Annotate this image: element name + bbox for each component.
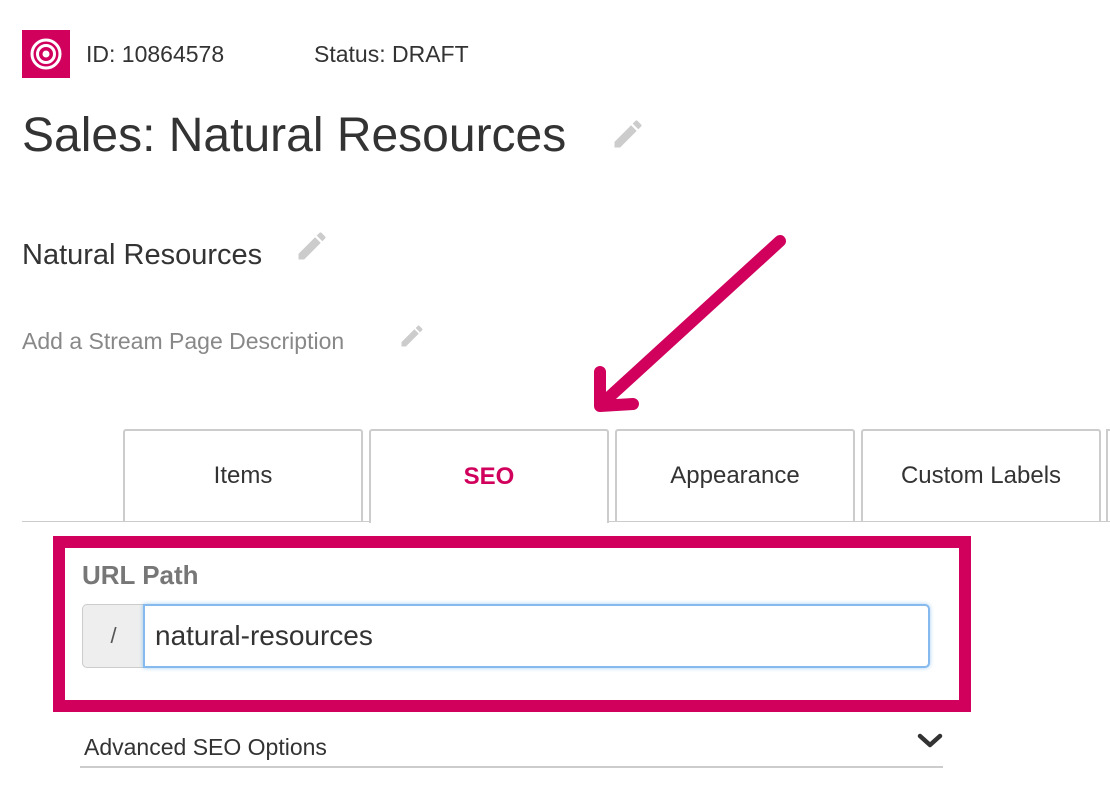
pencil-icon bbox=[298, 232, 326, 260]
stream-name: Natural Resources bbox=[22, 239, 263, 271]
tab-overflow-edge bbox=[1106, 429, 1110, 521]
advanced-seo-toggle[interactable]: Advanced SEO Options bbox=[80, 725, 943, 768]
edit-subtitle-pencil-icon[interactable] bbox=[294, 228, 330, 269]
advanced-seo-label: Advanced SEO Options bbox=[84, 734, 327, 760]
description-placeholder[interactable]: Add a Stream Page Description bbox=[22, 325, 344, 357]
logo-target-icon bbox=[22, 30, 70, 78]
page-title: Sales: Natural Resources bbox=[22, 109, 567, 162]
tab-appearance[interactable]: Appearance bbox=[615, 429, 855, 521]
edit-title-pencil-icon[interactable] bbox=[610, 116, 646, 157]
edit-description-pencil-icon[interactable] bbox=[398, 322, 426, 355]
pencil-icon bbox=[614, 120, 642, 148]
pencil-icon bbox=[401, 325, 423, 347]
status-text: Status: DRAFT bbox=[314, 41, 469, 67]
tab-items[interactable]: Items bbox=[123, 429, 363, 521]
url-path-label: URL Path bbox=[82, 560, 199, 590]
item-id: ID: 10864578 bbox=[86, 41, 225, 67]
target-icon bbox=[30, 38, 62, 70]
chevron-down-icon bbox=[917, 731, 943, 756]
tab-custom-labels[interactable]: Custom Labels bbox=[861, 429, 1101, 521]
tab-seo[interactable]: SEO bbox=[369, 429, 609, 523]
url-prefix: / bbox=[82, 604, 144, 668]
url-path-input[interactable] bbox=[143, 604, 930, 668]
